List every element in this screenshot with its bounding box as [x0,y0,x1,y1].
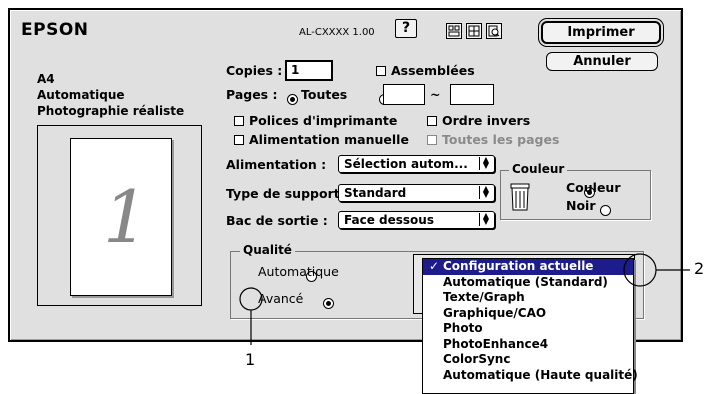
callout-label-1: 1 [245,350,256,369]
callout-lines [239,253,690,345]
callout-label-2: 2 [694,259,705,278]
